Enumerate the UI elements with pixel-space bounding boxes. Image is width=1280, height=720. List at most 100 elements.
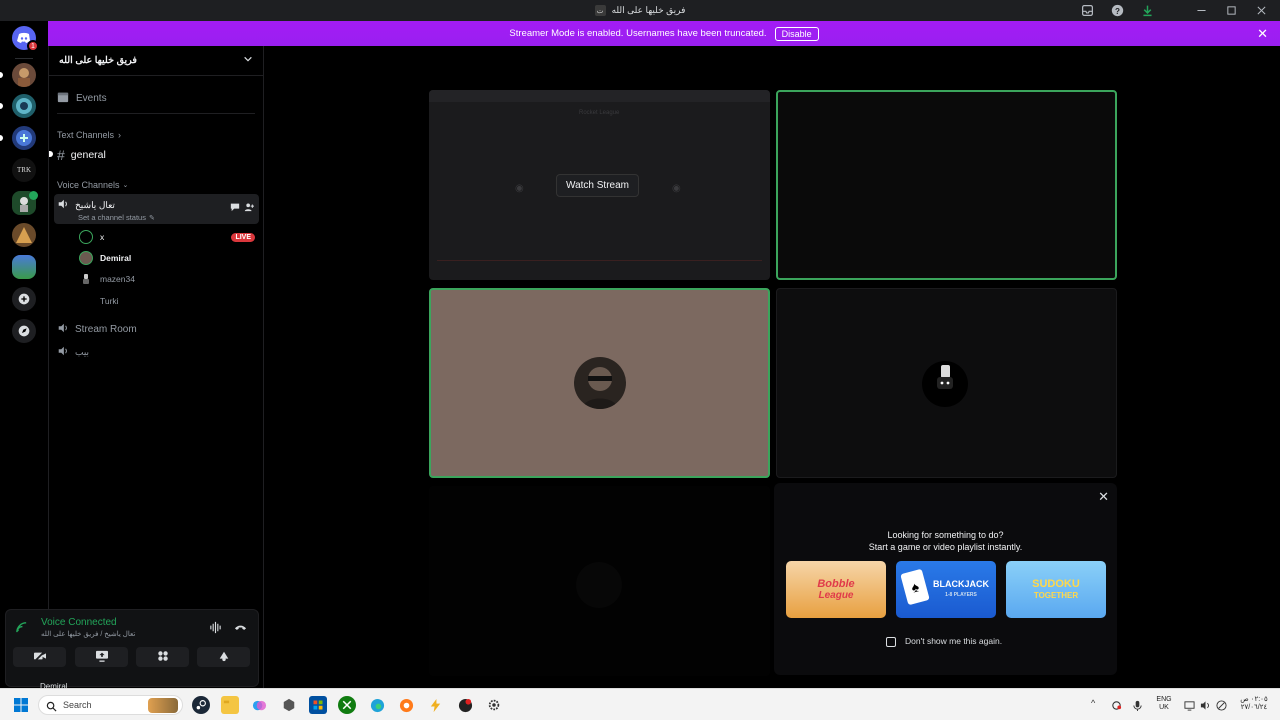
live-badge: LIVE bbox=[231, 232, 255, 242]
download-icon[interactable] bbox=[1134, 0, 1160, 21]
copilot-icon[interactable] bbox=[250, 696, 268, 714]
activity-suggestions-panel: ✕ Looking for something to do? Start a g… bbox=[774, 483, 1117, 675]
language-indicator[interactable]: ENG UK bbox=[1151, 696, 1177, 712]
screen-share-icon bbox=[95, 650, 109, 665]
stream-tile[interactable]: Rocket League ◉ ◉ Watch Stream bbox=[429, 90, 770, 280]
calendar-icon bbox=[57, 91, 69, 106]
voice-member-x[interactable]: x LIVE bbox=[79, 230, 255, 244]
screen-share-button[interactable] bbox=[75, 647, 128, 667]
chevron-down-icon bbox=[243, 54, 253, 67]
activities-icon bbox=[157, 650, 169, 665]
server-icon-2[interactable] bbox=[12, 94, 36, 118]
avatar bbox=[576, 562, 622, 608]
inbox-icon[interactable] bbox=[1074, 0, 1100, 21]
disconnect-icon[interactable] bbox=[234, 621, 247, 639]
card-spade-icon: ♠ bbox=[900, 568, 930, 606]
game-card-bobble-league[interactable]: Bobble League bbox=[786, 561, 886, 618]
windows-taskbar: Search ^ ENG UK ٠٢:٠٥ ص ٢٧/٠٦/٢٤ bbox=[0, 688, 1280, 720]
server-header[interactable]: فريق خليها على الله bbox=[49, 46, 263, 76]
voice-member-turki[interactable]: Turki bbox=[79, 294, 255, 308]
participant-tile-empty[interactable] bbox=[429, 486, 770, 676]
server-icon-1[interactable] bbox=[12, 63, 36, 87]
voice-channel-stream-room[interactable]: Stream Room bbox=[57, 322, 255, 337]
app-red-icon[interactable] bbox=[456, 696, 474, 714]
events-item[interactable]: Events bbox=[57, 91, 255, 106]
discover-icon[interactable] bbox=[12, 319, 36, 343]
divider bbox=[57, 113, 255, 114]
pencil-icon: ✎ bbox=[148, 214, 155, 222]
server-icon-6[interactable] bbox=[12, 255, 36, 279]
voice-channels-category[interactable]: Voice Channels ⌄ bbox=[57, 180, 255, 190]
clock[interactable]: ٠٢:٠٥ ص ٢٧/٠٦/٢٤ bbox=[1236, 696, 1272, 712]
banner-text: Streamer Mode is enabled. Usernames have… bbox=[509, 28, 767, 39]
network-icon[interactable] bbox=[1184, 698, 1195, 716]
participant-tile-mazen34[interactable] bbox=[776, 288, 1117, 478]
game-card-sudoku[interactable]: SUDOKU TOGETHER bbox=[1006, 561, 1106, 618]
minimize-icon[interactable] bbox=[1188, 0, 1214, 21]
hashtag-icon: # bbox=[57, 147, 65, 163]
notification-badge: 1 bbox=[27, 40, 39, 52]
speaker-icon bbox=[57, 198, 69, 213]
participant-tile-demiral[interactable] bbox=[429, 288, 770, 478]
microphone-icon[interactable] bbox=[1132, 698, 1143, 716]
noise-suppression-icon[interactable] bbox=[209, 621, 222, 639]
settings-gear-icon[interactable] bbox=[485, 696, 503, 714]
battery-icon[interactable] bbox=[1216, 698, 1227, 716]
add-server-icon[interactable] bbox=[12, 287, 36, 311]
set-channel-status[interactable]: Set a channel status ✎ bbox=[78, 213, 255, 222]
disable-streamer-mode-button[interactable]: Disable bbox=[774, 26, 819, 41]
game-card-blackjack[interactable]: ♠ BLACKJACK 1-8 PLAYERS bbox=[896, 561, 996, 618]
camera-off-button[interactable] bbox=[13, 647, 66, 667]
maximize-icon[interactable] bbox=[1218, 0, 1244, 21]
file-explorer-icon[interactable] bbox=[221, 696, 239, 714]
voice-connection-panel: Voice Connected تعال ياشيخ / فريق خليها … bbox=[5, 609, 259, 691]
server-icon-3[interactable] bbox=[12, 126, 36, 150]
search-icon bbox=[46, 699, 57, 717]
server-icon-trk[interactable]: TRK bbox=[12, 158, 36, 182]
voice-channel-3[interactable]: بيب bbox=[57, 345, 255, 360]
chevron-down-icon: ⌄ bbox=[122, 182, 129, 189]
text-channels-category[interactable]: Text Channels › bbox=[57, 130, 255, 140]
watch-stream-button[interactable]: Watch Stream bbox=[556, 174, 639, 197]
xbox-icon[interactable] bbox=[338, 696, 356, 714]
channel-general[interactable]: # general bbox=[57, 147, 255, 163]
app-orange-icon[interactable] bbox=[397, 696, 415, 714]
signal-icon[interactable] bbox=[15, 621, 28, 639]
voice-member-demiral[interactable]: Demiral bbox=[79, 251, 255, 265]
voice-stage: Rocket League ◉ ◉ Watch Stream ✕ Looking… bbox=[265, 46, 1280, 688]
close-window-icon[interactable] bbox=[1248, 0, 1274, 21]
soundboard-icon bbox=[218, 650, 230, 665]
app-cube-icon[interactable] bbox=[280, 696, 298, 714]
dont-show-checkbox[interactable] bbox=[886, 637, 896, 647]
participant-tile-speaking[interactable] bbox=[776, 90, 1117, 280]
window-title: فريق خليها على الله bbox=[611, 5, 686, 15]
volume-icon[interactable] bbox=[1200, 698, 1211, 716]
help-icon[interactable]: ? bbox=[1104, 0, 1130, 21]
speaker-icon bbox=[57, 322, 69, 337]
edge-icon[interactable] bbox=[368, 696, 386, 714]
voice-channel-name: تعال ياشيخ bbox=[75, 200, 115, 210]
app-lightning-icon[interactable] bbox=[426, 696, 444, 714]
activity-heading: Looking for something to do? bbox=[887, 530, 1004, 540]
streamer-mode-banner: Streamer Mode is enabled. Usernames have… bbox=[48, 21, 1280, 46]
windows-start-icon[interactable] bbox=[12, 696, 30, 714]
stream-prev-icon: ◉ bbox=[515, 183, 524, 194]
activities-button[interactable] bbox=[136, 647, 189, 667]
svg-text:?: ? bbox=[1115, 7, 1120, 16]
tray-chevron-up-icon[interactable]: ^ bbox=[1091, 698, 1095, 708]
server-rail: 1 TRK bbox=[0, 21, 48, 688]
soundboard-button[interactable] bbox=[197, 647, 250, 667]
voice-status[interactable]: Voice Connected bbox=[41, 617, 117, 628]
camera-off-icon bbox=[33, 649, 47, 665]
tray-app-icon[interactable] bbox=[1111, 698, 1122, 716]
avatar bbox=[574, 357, 626, 409]
steam-icon[interactable] bbox=[192, 696, 210, 714]
voice-member-mazen34[interactable]: mazen34 bbox=[79, 272, 255, 286]
close-icon[interactable]: ✕ bbox=[1098, 489, 1109, 505]
banner-close-icon[interactable]: ✕ bbox=[1257, 26, 1268, 42]
store-icon[interactable] bbox=[309, 696, 327, 714]
avatar bbox=[79, 294, 93, 308]
taskbar-search[interactable]: Search bbox=[38, 695, 183, 715]
search-placeholder: Search bbox=[63, 700, 92, 710]
server-icon-5[interactable] bbox=[12, 223, 36, 247]
